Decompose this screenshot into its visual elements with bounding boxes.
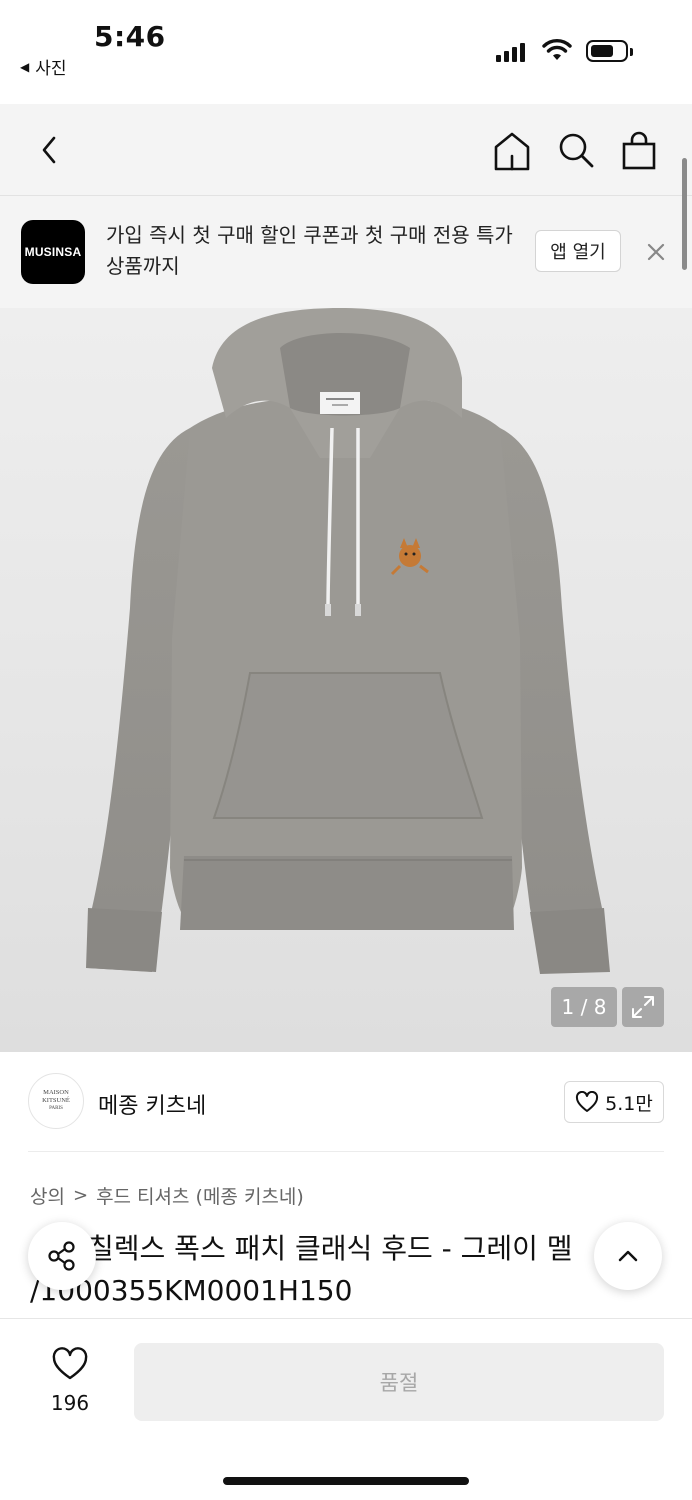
battery-icon: [586, 40, 633, 62]
musinsa-logo: MUSINSA: [21, 220, 85, 284]
share-icon: [48, 1241, 75, 1271]
wishlist-count: 196: [50, 1391, 90, 1415]
share-button[interactable]: [28, 1222, 96, 1290]
scroll-top-button[interactable]: [594, 1222, 662, 1290]
breadcrumb-category[interactable]: 상의: [30, 1182, 65, 1209]
chevron-left-icon[interactable]: [34, 130, 66, 170]
brand-name[interactable]: 메종 키츠네: [98, 1088, 206, 1120]
bottom-action-bar: 196 품절: [0, 1318, 692, 1500]
breadcrumb-subcategory[interactable]: 후드 티셔츠 (메종 키츠네): [96, 1182, 304, 1209]
brand-like-button[interactable]: 5.1만: [564, 1081, 664, 1123]
close-icon[interactable]: [642, 238, 670, 266]
expand-icon[interactable]: [622, 987, 664, 1027]
scrollbar[interactable]: [682, 158, 687, 270]
brand-logo-subtext: PARIS: [49, 1106, 63, 1111]
brand-logo[interactable]: MAISON KITSUNÉ PARIS: [28, 1073, 84, 1129]
soldout-button[interactable]: 품절: [134, 1343, 664, 1421]
status-bar: 5:46 ◀ 사진: [0, 0, 692, 104]
wifi-icon: [542, 39, 572, 60]
product-title: 칠렉스 폭스 패치 클래식 후드 - 그레이 멜 /1000355KM0001H…: [30, 1228, 610, 1312]
app-install-banner: MUSINSA 가입 즉시 첫 구매 할인 쿠폰과 첫 구매 전용 특가 상품까…: [0, 196, 692, 308]
product-image[interactable]: [0, 308, 692, 1052]
hoodie-illustration: [86, 308, 610, 974]
image-counter: 1 / 8: [551, 987, 617, 1027]
top-navigation-bar: [0, 104, 692, 196]
heart-icon: [576, 1091, 599, 1112]
brand-row[interactable]: MAISON KITSUNÉ PARIS 메종 키츠네 5.1만: [0, 1052, 692, 1152]
chevron-up-icon: [618, 1250, 638, 1262]
divider: [28, 1151, 664, 1152]
product-title-line1: 칠렉스 폭스 패치 클래식 후드 - 그레이 멜: [88, 1232, 573, 1265]
brand-logo-text: MAISON KITSUNÉ: [42, 1089, 70, 1104]
home-indicator[interactable]: [223, 1477, 469, 1485]
shopping-bag-icon[interactable]: [620, 130, 660, 172]
wishlist-button[interactable]: 196: [40, 1347, 100, 1415]
cellular-signal-icon: [496, 42, 525, 62]
back-triangle-icon: ◀: [20, 59, 30, 74]
status-time: 5:46: [94, 20, 166, 53]
heart-icon: [52, 1347, 88, 1380]
home-icon[interactable]: [492, 130, 532, 172]
breadcrumb: 상의 > 후드 티셔츠 (메종 키츠네): [30, 1182, 304, 1209]
brand-like-count: 5.1만: [605, 1092, 653, 1115]
search-icon[interactable]: [556, 130, 596, 172]
back-app-label: 사진: [35, 59, 67, 79]
product-title-line2: /1000355KM0001H150: [30, 1274, 353, 1307]
open-app-button[interactable]: 앱 열기: [535, 230, 621, 272]
banner-promo-text: 가입 즉시 첫 구매 할인 쿠폰과 첫 구매 전용 특가 상품까지: [106, 223, 513, 278]
back-to-app-link[interactable]: ◀ 사진: [20, 54, 67, 79]
breadcrumb-separator: >: [72, 1185, 89, 1206]
